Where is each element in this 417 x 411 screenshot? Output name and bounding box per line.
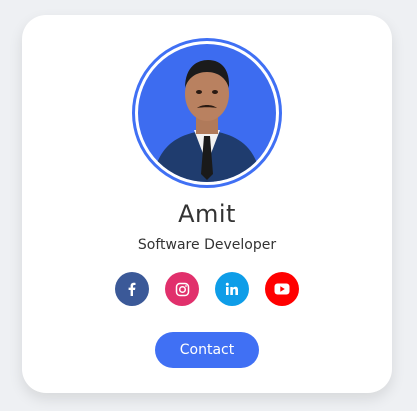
- instagram-link[interactable]: [165, 272, 199, 306]
- youtube-icon: [274, 283, 290, 295]
- contact-button[interactable]: Contact: [155, 332, 259, 368]
- avatar: [138, 44, 276, 182]
- facebook-link[interactable]: [115, 272, 149, 306]
- profile-card: Amit Software Developer Contact: [22, 15, 392, 393]
- social-links: [22, 272, 392, 306]
- linkedin-link[interactable]: [215, 272, 249, 306]
- instagram-icon: [175, 282, 189, 296]
- facebook-icon: [128, 282, 136, 296]
- linkedin-icon: [225, 282, 238, 295]
- avatar-ring: [132, 38, 282, 188]
- youtube-link[interactable]: [265, 272, 299, 306]
- profile-role: Software Developer: [137, 237, 277, 253]
- profile-name: Amit: [178, 200, 236, 228]
